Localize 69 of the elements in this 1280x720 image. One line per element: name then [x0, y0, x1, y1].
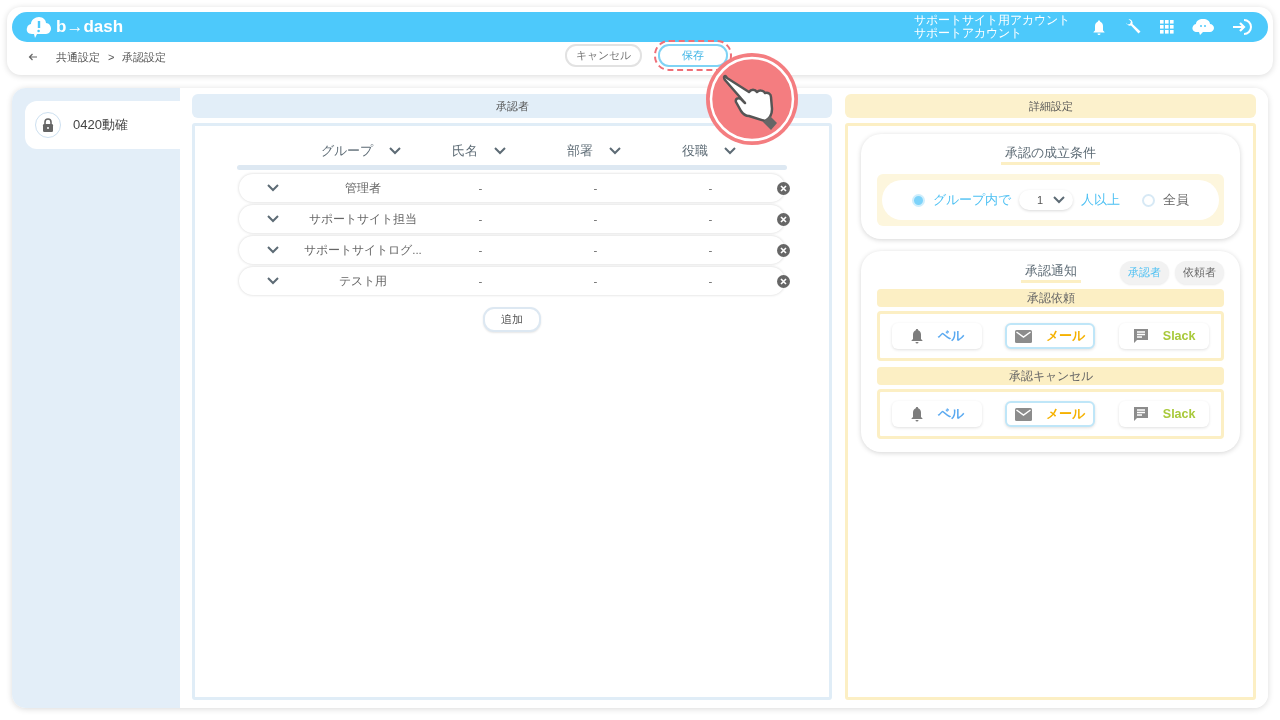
bell-icon[interactable]: [1092, 18, 1106, 36]
column-header[interactable]: 部署: [566, 142, 593, 160]
panel-header: 詳細設定: [845, 94, 1256, 118]
table-cell: サポートサイトログ...: [304, 242, 422, 258]
lock-icon: [42, 118, 54, 132]
radio-label-suffix: 人以上: [1081, 191, 1121, 209]
grid-icon[interactable]: [1160, 20, 1174, 34]
card-title: 承認の成立条件: [1001, 144, 1100, 165]
chevron-down-icon: [493, 147, 506, 155]
table-cell: テスト用: [339, 273, 387, 289]
caret-icon: [1053, 196, 1066, 204]
table-cell: サポートサイト担当: [309, 211, 417, 227]
add-button[interactable]: 追加: [483, 307, 541, 332]
remove-icon[interactable]: [776, 181, 790, 195]
table-cell: -: [593, 213, 598, 225]
chevron-down-icon: [608, 147, 621, 155]
account-name: サポートサイト用アカウント: [914, 14, 1070, 27]
chat-bubble-face-icon[interactable]: [1192, 18, 1214, 36]
bell-icon: [909, 406, 924, 422]
sign-in-icon[interactable]: [1232, 18, 1254, 36]
remove-icon[interactable]: [776, 243, 790, 257]
table-cell: -: [708, 275, 713, 287]
radio-button[interactable]: [911, 193, 925, 207]
count-select[interactable]: 1: [1018, 190, 1074, 210]
radio-label: 全員: [1163, 191, 1190, 209]
expand-chevron-icon: [267, 184, 279, 192]
cancel-button[interactable]: キャンセル: [565, 44, 642, 67]
table-cell: -: [478, 244, 483, 256]
chat-message-icon: [1132, 406, 1149, 422]
account-name: サポートアカウント: [914, 27, 1023, 40]
expand-chevron-icon: [267, 277, 279, 285]
table-cell: -: [478, 275, 483, 287]
column-header[interactable]: グループ: [321, 142, 373, 160]
back-arrow-icon[interactable]: [28, 53, 38, 61]
section-header: 承認依頼: [877, 289, 1224, 307]
envelope-icon: [1015, 407, 1033, 421]
cloud-exclamation-logo-icon: [26, 16, 52, 38]
bell-icon: [909, 328, 924, 344]
logo-text: b→dash: [56, 17, 124, 37]
breadcrumb-separator: >: [108, 51, 115, 63]
tab[interactable]: 依頼者: [1175, 260, 1224, 284]
expand-chevron-icon: [267, 246, 279, 254]
chevron-down-icon: [389, 147, 401, 155]
table-cell: -: [593, 244, 598, 256]
section-header: 承認キャンセル: [877, 367, 1224, 385]
table-cell: -: [593, 275, 598, 287]
wrench-icon[interactable]: [1124, 18, 1142, 36]
table-cell: -: [708, 213, 713, 225]
remove-icon[interactable]: [776, 274, 790, 288]
table-cell: -: [708, 182, 713, 194]
chevron-down-icon: [723, 147, 736, 155]
table-cell: -: [708, 244, 713, 256]
card-title: 承認通知: [1020, 261, 1081, 283]
sidebar-item[interactable]: 0420動確: [25, 101, 180, 149]
radio-button[interactable]: [1142, 193, 1156, 207]
table-cell: 管理者: [345, 180, 381, 196]
radio-label: グループ内で: [932, 191, 1011, 209]
envelope-icon: [1015, 329, 1033, 343]
chat-message-icon: [1132, 328, 1149, 344]
breadcrumb-current: 承認設定: [122, 49, 167, 65]
table-cell: -: [478, 182, 483, 194]
column-header[interactable]: 氏名: [451, 142, 478, 160]
table-cell: -: [593, 182, 598, 194]
remove-icon[interactable]: [776, 212, 790, 226]
column-header[interactable]: 役職: [681, 142, 708, 160]
sidebar-item-label: 0420動確: [73, 116, 128, 134]
expand-chevron-icon: [267, 215, 279, 223]
table-cell: -: [478, 213, 483, 225]
breadcrumb-link[interactable]: 共通設定: [56, 49, 100, 65]
